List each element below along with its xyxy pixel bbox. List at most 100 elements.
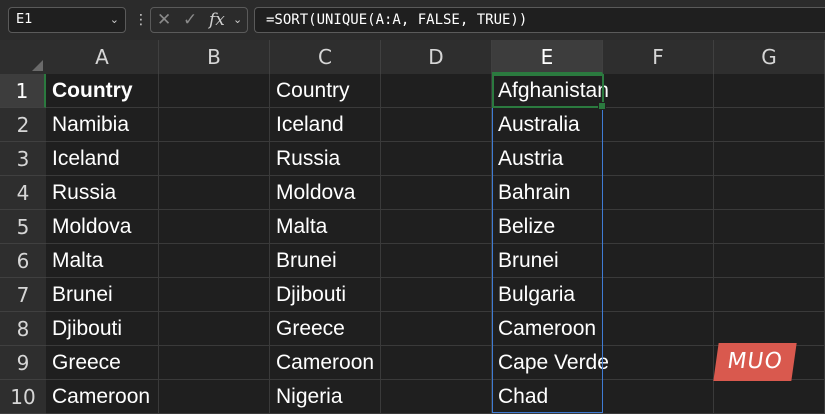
- cell-c2[interactable]: Iceland: [270, 108, 381, 142]
- formula-bar-area: E1 ⌄ ⋮ ✕ ✓ fx ⌄ =SORT(UNIQUE(A:A, FALSE,…: [0, 0, 825, 40]
- cell-f9[interactable]: [603, 346, 714, 380]
- enter-check-icon[interactable]: ✓: [183, 8, 197, 32]
- row-header-6[interactable]: 6: [0, 244, 46, 278]
- cell-g2[interactable]: [714, 108, 825, 142]
- column-header-b[interactable]: B: [159, 40, 270, 74]
- chevron-down-icon[interactable]: ⌄: [233, 8, 242, 32]
- cell-d5[interactable]: [381, 210, 492, 244]
- cell-d9[interactable]: [381, 346, 492, 380]
- row-header-8[interactable]: 8: [0, 312, 46, 346]
- cell-c7[interactable]: Djibouti: [270, 278, 381, 312]
- cell-a4[interactable]: Russia: [46, 176, 159, 210]
- cell-f1[interactable]: [603, 74, 714, 108]
- cell-f10[interactable]: [603, 380, 714, 414]
- cell-e5[interactable]: Belize: [492, 210, 603, 244]
- cell-c5[interactable]: Malta: [270, 210, 381, 244]
- cell-b7[interactable]: [159, 278, 270, 312]
- cancel-icon[interactable]: ✕: [157, 8, 171, 32]
- column-header-d[interactable]: D: [381, 40, 492, 74]
- row-header-10[interactable]: 10: [0, 380, 46, 414]
- column-header-g[interactable]: G: [714, 40, 825, 74]
- cell-g3[interactable]: [714, 142, 825, 176]
- cell-f3[interactable]: [603, 142, 714, 176]
- cell-g1[interactable]: [714, 74, 825, 108]
- cell-d2[interactable]: [381, 108, 492, 142]
- cell-b6[interactable]: [159, 244, 270, 278]
- cell-e10[interactable]: Chad: [492, 380, 603, 414]
- row-header-5[interactable]: 5: [0, 210, 46, 244]
- row-header-7[interactable]: 7: [0, 278, 46, 312]
- cell-e9[interactable]: Cape Verde: [492, 346, 609, 380]
- cell-b4[interactable]: [159, 176, 270, 210]
- cell-d7[interactable]: [381, 278, 492, 312]
- cell-d3[interactable]: [381, 142, 492, 176]
- cell-e6[interactable]: Brunei: [492, 244, 603, 278]
- cell-f5[interactable]: [603, 210, 714, 244]
- cell-c10[interactable]: Nigeria: [270, 380, 381, 414]
- cell-f7[interactable]: [603, 278, 714, 312]
- chevron-down-icon[interactable]: ⌄: [110, 8, 119, 32]
- cell-c4[interactable]: Moldova: [270, 176, 381, 210]
- muo-logo: MUO: [713, 343, 797, 381]
- cell-f8[interactable]: [603, 312, 714, 346]
- row-header-1[interactable]: 1: [0, 74, 46, 108]
- cell-b10[interactable]: [159, 380, 270, 414]
- row-header-2[interactable]: 2: [0, 108, 46, 142]
- more-options-icon[interactable]: ⋮: [134, 10, 148, 30]
- cell-c8[interactable]: Greece: [270, 312, 381, 346]
- cell-a10[interactable]: Cameroon: [46, 380, 159, 414]
- cell-e4[interactable]: Bahrain: [492, 176, 603, 210]
- cell-d6[interactable]: [381, 244, 492, 278]
- column-header-a[interactable]: A: [46, 40, 159, 74]
- cell-g6[interactable]: [714, 244, 825, 278]
- formula-input[interactable]: =SORT(UNIQUE(A:A, FALSE, TRUE)): [254, 7, 825, 33]
- column-header-c[interactable]: C: [270, 40, 381, 74]
- row-header-4[interactable]: 4: [0, 176, 46, 210]
- row-header-9[interactable]: 9: [0, 346, 46, 380]
- cell-a5[interactable]: Moldova: [46, 210, 159, 244]
- column-header-e[interactable]: E: [492, 40, 603, 74]
- cell-f6[interactable]: [603, 244, 714, 278]
- cell-a2[interactable]: Namibia: [46, 108, 159, 142]
- cell-c1[interactable]: Country: [270, 74, 381, 108]
- cell-e1[interactable]: Afghanistan: [492, 74, 609, 108]
- name-box-value: E1: [16, 12, 33, 27]
- spreadsheet-grid: A B C D E F G 1 Country Country Afghanistan…: [0, 40, 825, 414]
- cell-c9[interactable]: Cameroon: [270, 346, 381, 380]
- cell-f2[interactable]: [603, 108, 714, 142]
- cell-c3[interactable]: Russia: [270, 142, 381, 176]
- cell-b8[interactable]: [159, 312, 270, 346]
- cell-a6[interactable]: Malta: [46, 244, 159, 278]
- cell-e7[interactable]: Bulgaria: [492, 278, 603, 312]
- cell-a3[interactable]: Iceland: [46, 142, 159, 176]
- row-header-3[interactable]: 3: [0, 142, 46, 176]
- cell-b2[interactable]: [159, 108, 270, 142]
- name-box[interactable]: E1 ⌄: [8, 7, 126, 33]
- insert-function-icon[interactable]: fx: [209, 8, 225, 32]
- cell-g10[interactable]: [714, 380, 825, 414]
- cell-g5[interactable]: [714, 210, 825, 244]
- cell-b3[interactable]: [159, 142, 270, 176]
- cell-a8[interactable]: Djibouti: [46, 312, 159, 346]
- cell-b1[interactable]: [159, 74, 270, 108]
- cell-e8[interactable]: Cameroon: [492, 312, 603, 346]
- formula-controls: ✕ ✓ fx ⌄: [150, 7, 248, 33]
- cell-b5[interactable]: [159, 210, 270, 244]
- cell-d1[interactable]: [381, 74, 492, 108]
- cell-a7[interactable]: Brunei: [46, 278, 159, 312]
- cell-d4[interactable]: [381, 176, 492, 210]
- column-header-f[interactable]: F: [603, 40, 714, 74]
- cell-e2[interactable]: Australia: [492, 108, 603, 142]
- cell-g8[interactable]: [714, 312, 825, 346]
- cell-g7[interactable]: [714, 278, 825, 312]
- cell-c6[interactable]: Brunei: [270, 244, 381, 278]
- cell-e3[interactable]: Austria: [492, 142, 603, 176]
- cell-f4[interactable]: [603, 176, 714, 210]
- cell-d8[interactable]: [381, 312, 492, 346]
- cell-b9[interactable]: [159, 346, 270, 380]
- cell-d10[interactable]: [381, 380, 492, 414]
- cell-a9[interactable]: Greece: [46, 346, 159, 380]
- cell-g4[interactable]: [714, 176, 825, 210]
- select-all-button[interactable]: [0, 40, 46, 74]
- cell-a1[interactable]: Country: [46, 74, 159, 108]
